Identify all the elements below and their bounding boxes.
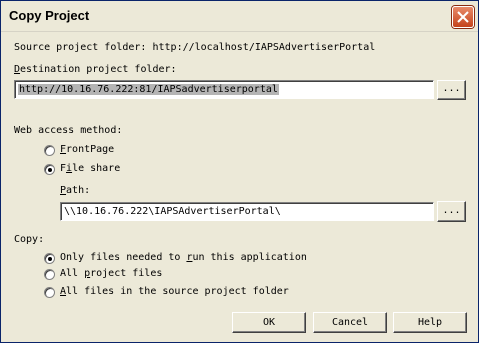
frontpage-label-rest: rontPage [66, 144, 115, 155]
copy-project-files-label[interactable]: All project files [60, 268, 162, 279]
destination-folder-value: http://10.16.76.222:81/IAPSadvertiserpor… [18, 84, 279, 95]
ok-button[interactable]: OK [232, 312, 306, 333]
source-folder-label-text: Source project folder: [14, 42, 147, 53]
copy-needed-files-label[interactable]: Only files needed to run this applicatio… [60, 252, 307, 263]
title-bar[interactable]: Copy Project [1, 1, 478, 32]
close-button[interactable] [452, 6, 474, 28]
path-label-rest: ath: [66, 185, 91, 196]
copy-needed-pre: Only files needed to [60, 252, 187, 263]
copy-project-dialog: Copy Project Source project folder: http… [0, 0, 479, 343]
frontpage-radio[interactable] [44, 145, 55, 156]
web-access-label: Web access method: [14, 125, 123, 136]
path-browse-button[interactable]: ... [437, 201, 466, 222]
copy-needed-rest: un this application [192, 252, 307, 263]
help-button-label: Help [417, 317, 443, 328]
destination-browse-label: ... [442, 83, 461, 94]
copy-all-rest: ll files in the source project folder [66, 286, 289, 297]
destination-browse-button[interactable]: ... [437, 80, 466, 100]
destination-label-rest: estination project folder: [20, 64, 177, 75]
path-browse-label: ... [442, 205, 461, 216]
dialog-title: Copy Project [9, 8, 90, 23]
ok-button-label: OK [262, 317, 276, 328]
source-folder-label: Source project folder: http://localhost/… [14, 42, 375, 53]
path-value: \\10.16.76.222\IAPSAdvertiserPortal\ [64, 206, 281, 217]
copy-label: Copy: [14, 234, 45, 245]
copy-needed-files-radio[interactable] [44, 253, 55, 264]
copy-all-files-radio[interactable] [44, 287, 55, 298]
file-share-radio[interactable] [44, 164, 55, 175]
copy-all-files-label[interactable]: All files in the source project folder [60, 286, 289, 297]
path-label: Path: [60, 185, 90, 196]
source-folder-value: http://localhost/IAPSAdvertiserPortal [152, 42, 376, 53]
copy-project-pre: All [60, 268, 85, 279]
help-button[interactable]: Help [393, 312, 467, 333]
destination-folder-label: Destination project folder: [14, 64, 177, 75]
file-share-radio-label[interactable]: File share [60, 163, 120, 174]
cancel-button-label: Cancel [331, 317, 369, 328]
destination-folder-input[interactable]: http://10.16.76.222:81/IAPSadvertiserpor… [14, 80, 434, 99]
cancel-button[interactable]: Cancel [313, 312, 387, 333]
copy-project-files-radio[interactable] [44, 269, 55, 280]
path-input[interactable]: \\10.16.76.222\IAPSAdvertiserPortal\ [60, 202, 434, 221]
copy-project-rest: roject files [90, 268, 163, 279]
frontpage-radio-label[interactable]: FrontPage [60, 144, 114, 155]
close-icon [457, 11, 469, 23]
file-share-label-rest: le share [72, 163, 121, 174]
